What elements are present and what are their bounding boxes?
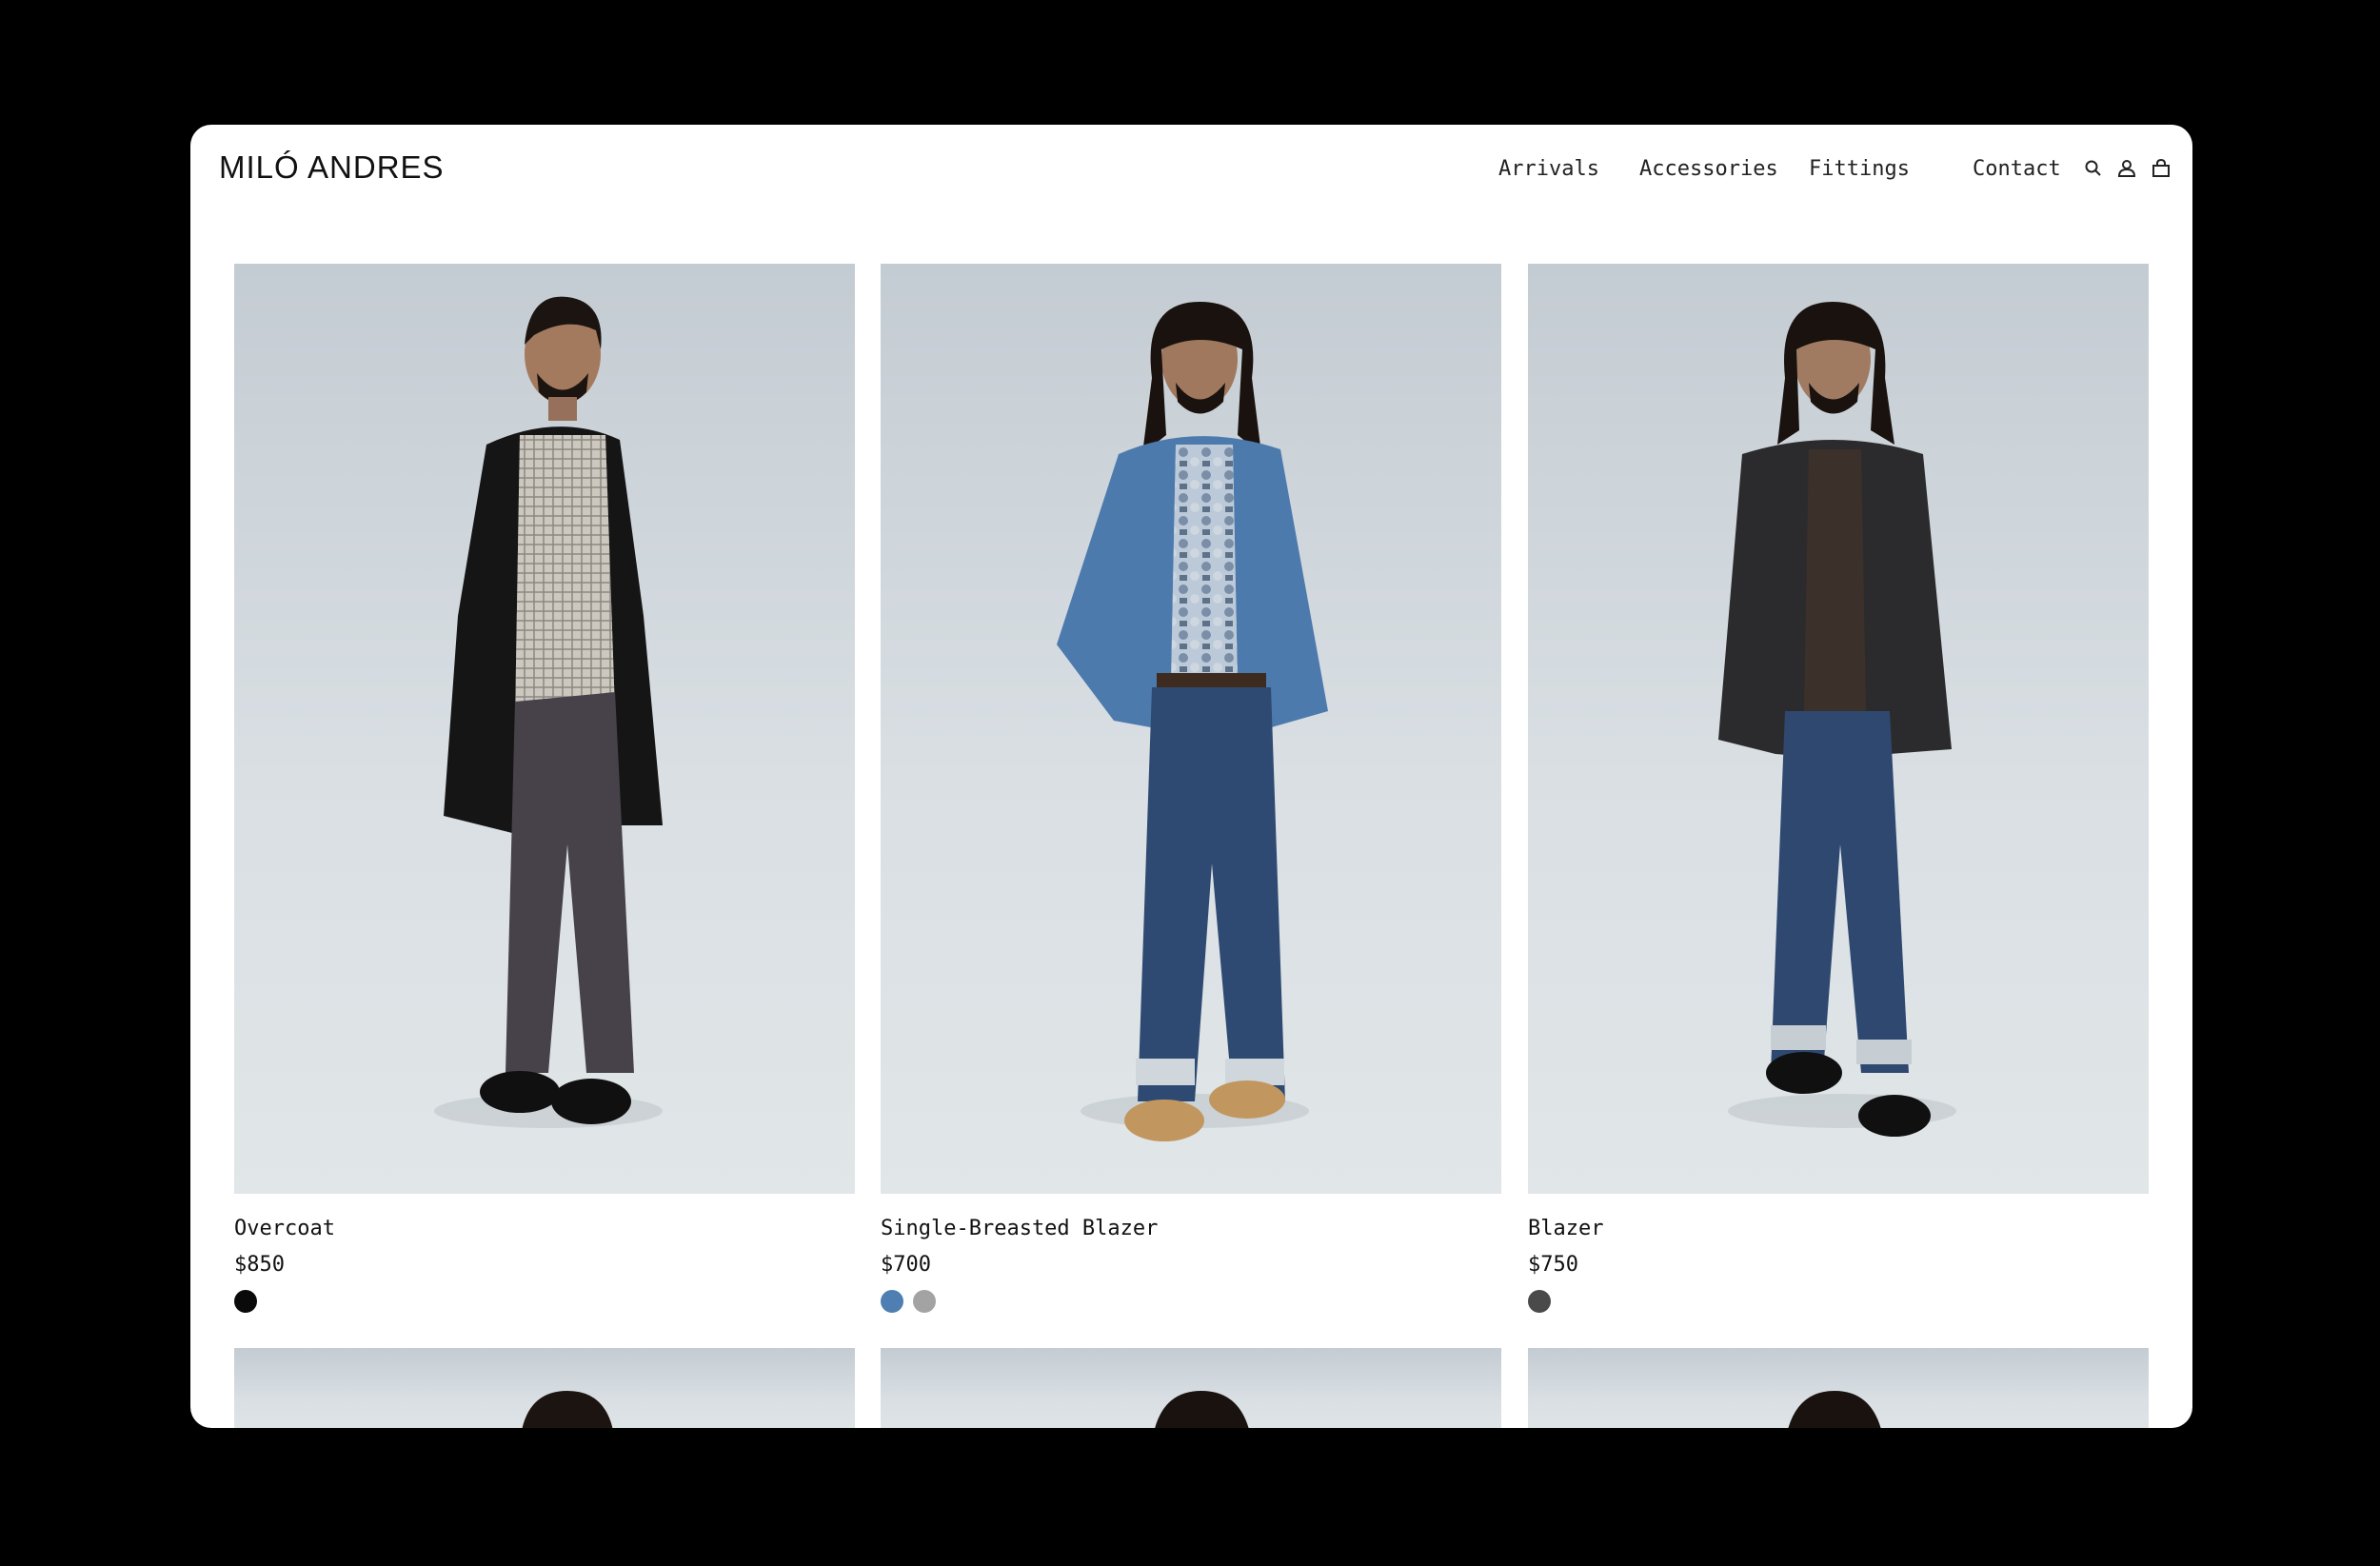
color-swatches — [234, 1290, 257, 1313]
color-swatches — [1528, 1290, 1551, 1313]
color-swatch[interactable] — [234, 1290, 257, 1313]
browser-window: MILÓ ANDRES Arrivals Accessories Fitting… — [190, 125, 2192, 1428]
product-price: $700 — [881, 1253, 931, 1277]
model-photo — [1057, 302, 1328, 1141]
model-photo — [1155, 1391, 1249, 1428]
product-name[interactable]: Blazer — [1528, 1217, 1603, 1240]
product-image[interactable] — [1528, 1348, 2149, 1428]
model-photo — [1718, 302, 1956, 1137]
product-image[interactable] — [1528, 264, 2149, 1194]
account-icon[interactable] — [2116, 158, 2137, 179]
color-swatch[interactable] — [913, 1290, 936, 1313]
product-price: $850 — [234, 1253, 285, 1277]
color-swatch[interactable] — [881, 1290, 903, 1313]
product-image[interactable] — [234, 264, 855, 1194]
product-name[interactable]: Single-Breasted Blazer — [881, 1217, 1158, 1240]
product-name[interactable]: Overcoat — [234, 1217, 335, 1240]
nav-link-contact[interactable]: Contact — [1973, 157, 2061, 181]
color-swatches — [881, 1290, 936, 1313]
brand-logo[interactable]: MILÓ ANDRES — [219, 149, 445, 186]
product-image[interactable] — [234, 1348, 855, 1428]
search-icon[interactable] — [2083, 158, 2104, 179]
nav-link-arrivals[interactable]: Arrivals — [1498, 157, 1599, 181]
model-photo — [1788, 1391, 1881, 1428]
product-price: $750 — [1528, 1253, 1578, 1277]
nav-link-fittings[interactable]: Fittings — [1809, 157, 1910, 181]
product-image[interactable] — [881, 1348, 1501, 1428]
model-photo — [522, 1391, 613, 1428]
product-image[interactable] — [881, 264, 1501, 1194]
nav-link-accessories[interactable]: Accessories — [1639, 157, 1778, 181]
color-swatch[interactable] — [1528, 1290, 1551, 1313]
model-photo — [434, 296, 663, 1128]
shopping-bag-icon[interactable] — [2151, 158, 2172, 179]
